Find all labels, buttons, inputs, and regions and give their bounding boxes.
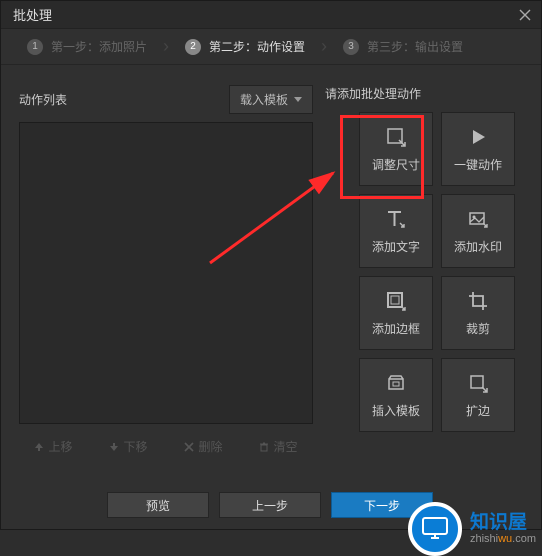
step-bar: 1 第一步：添加照片 › 2 第二步：动作设置 › 3 第三步：输出设置 xyxy=(1,29,541,65)
window-title: 批处理 xyxy=(13,5,52,24)
action-list[interactable] xyxy=(19,122,313,424)
action-list-label: 动作列表 xyxy=(19,91,67,108)
step-1-label: 第一步：添加照片 xyxy=(51,38,147,55)
close-button[interactable] xyxy=(515,6,535,24)
step-sep-2: › xyxy=(321,36,327,57)
tile-oneclick-label: 一键动作 xyxy=(454,156,502,173)
step-sep-1: › xyxy=(163,36,169,57)
next-button[interactable]: 下一步 xyxy=(331,492,433,518)
left-column: 动作列表 载入模板 上移 下移 删除 xyxy=(19,85,313,459)
tile-expand-label: 扩边 xyxy=(466,402,490,419)
right-column: 请添加批处理动作 调整尺寸 一键动作 添加文字 添加水印 xyxy=(325,85,515,459)
tile-crop-label: 裁剪 xyxy=(466,320,490,337)
preview-button[interactable]: 预览 xyxy=(107,492,209,518)
tile-expand[interactable]: 扩边 xyxy=(441,358,515,432)
step-3[interactable]: 3 第三步：输出设置 xyxy=(329,29,477,64)
crop-icon xyxy=(467,290,489,312)
watermark-en: zhishiwu.com xyxy=(470,533,536,545)
clear-label: 清空 xyxy=(273,438,297,455)
move-up-label: 上移 xyxy=(48,438,72,455)
tile-watermark[interactable]: 添加水印 xyxy=(441,194,515,268)
template-icon xyxy=(385,372,407,394)
text-icon xyxy=(385,208,407,230)
tile-crop[interactable]: 裁剪 xyxy=(441,276,515,350)
move-down-label: 下移 xyxy=(123,438,147,455)
watermark-icon xyxy=(467,208,489,230)
tile-template-label: 插入模板 xyxy=(372,402,420,419)
resize-icon xyxy=(385,126,407,148)
step-3-num: 3 xyxy=(343,39,359,55)
expand-icon xyxy=(467,372,489,394)
load-template-label: 载入模板 xyxy=(240,91,288,108)
footer: 预览 上一步 下一步 xyxy=(0,486,540,524)
preview-label: 预览 xyxy=(146,497,170,514)
tile-resize-label: 调整尺寸 xyxy=(372,156,420,173)
delete-button[interactable]: 删除 xyxy=(169,434,238,459)
delete-label: 删除 xyxy=(198,438,222,455)
tile-watermark-label: 添加水印 xyxy=(454,238,502,255)
step-2-label: 第二步：动作设置 xyxy=(209,38,305,55)
body-area: 动作列表 载入模板 上移 下移 删除 xyxy=(1,65,541,467)
left-header: 动作列表 载入模板 xyxy=(19,85,313,114)
tile-addtext[interactable]: 添加文字 xyxy=(359,194,433,268)
tile-border[interactable]: 添加边框 xyxy=(359,276,433,350)
move-up-button[interactable]: 上移 xyxy=(19,434,88,459)
tile-oneclick[interactable]: 一键动作 xyxy=(441,112,515,186)
arrow-up-icon xyxy=(34,442,44,452)
step-1-num: 1 xyxy=(27,39,43,55)
load-template-button[interactable]: 载入模板 xyxy=(229,85,313,114)
action-grid: 调整尺寸 一键动作 添加文字 添加水印 添加边框 xyxy=(325,112,515,432)
play-icon xyxy=(467,126,489,148)
step-1[interactable]: 1 第一步：添加照片 xyxy=(13,29,161,64)
arrow-down-icon xyxy=(109,442,119,452)
prev-button[interactable]: 上一步 xyxy=(219,492,321,518)
step-2[interactable]: 2 第二步：动作设置 xyxy=(171,29,319,64)
right-title: 请添加批处理动作 xyxy=(325,85,515,102)
prev-label: 上一步 xyxy=(252,497,288,514)
delete-icon xyxy=(184,442,194,452)
tile-addtext-label: 添加文字 xyxy=(372,238,420,255)
window: 批处理 1 第一步：添加照片 › 2 第二步：动作设置 › 3 第三步：输出设置… xyxy=(0,0,542,530)
step-2-num: 2 xyxy=(185,39,201,55)
close-icon xyxy=(519,9,531,21)
trash-icon xyxy=(259,442,269,452)
move-down-button[interactable]: 下移 xyxy=(94,434,163,459)
tile-template[interactable]: 插入模板 xyxy=(359,358,433,432)
next-label: 下一步 xyxy=(364,497,400,514)
clear-button[interactable]: 清空 xyxy=(244,434,313,459)
border-icon xyxy=(385,290,407,312)
chevron-down-icon xyxy=(294,97,302,103)
list-actions: 上移 下移 删除 清空 xyxy=(19,434,313,459)
step-3-label: 第三步：输出设置 xyxy=(367,38,463,55)
titlebar: 批处理 xyxy=(1,1,541,29)
tile-border-label: 添加边框 xyxy=(372,320,420,337)
tile-resize[interactable]: 调整尺寸 xyxy=(359,112,433,186)
